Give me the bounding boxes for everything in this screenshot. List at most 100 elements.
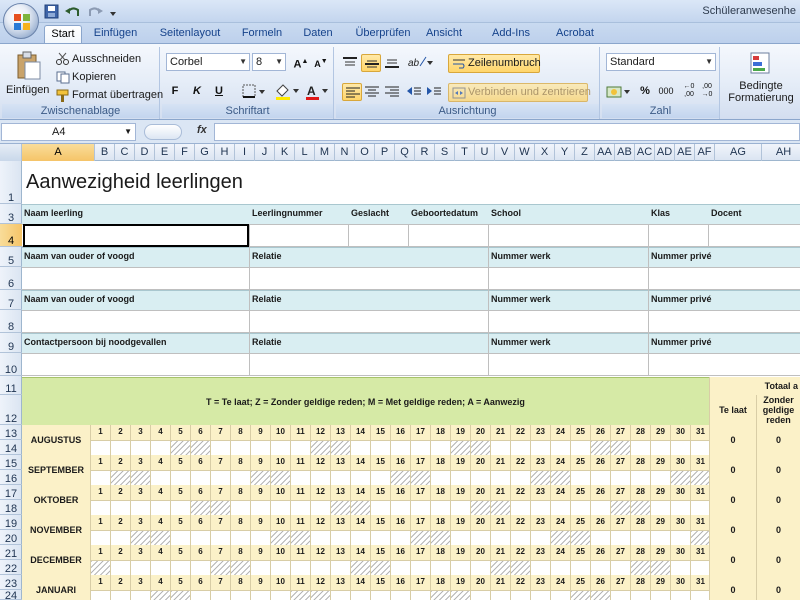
attendance-cell[interactable] [670,530,690,545]
attendance-cell[interactable] [190,440,210,455]
attendance-cell[interactable] [690,530,710,545]
increase-decimal-icon[interactable]: ←0,00 [680,83,698,100]
attendance-cell[interactable] [90,440,110,455]
column-header[interactable]: AD [655,144,675,161]
column-header[interactable]: A [22,144,95,161]
attendance-cell[interactable] [530,440,550,455]
attendance-cell[interactable] [450,590,470,600]
attendance-cell[interactable] [210,470,230,485]
attendance-cell[interactable] [350,440,370,455]
attendance-cell[interactable] [530,530,550,545]
attendance-cell[interactable] [270,500,290,515]
attendance-cell[interactable] [490,470,510,485]
name-box[interactable]: A4 ▼ [1,123,136,141]
attendance-cell[interactable] [370,530,390,545]
attendance-cell[interactable] [570,560,590,575]
row-header[interactable]: 11 [0,376,22,395]
attendance-cell[interactable] [390,440,410,455]
column-header[interactable]: V [495,144,515,161]
attendance-cell[interactable] [470,590,490,600]
undo-icon[interactable] [64,4,82,19]
attendance-cell[interactable] [590,530,610,545]
attendance-cell[interactable] [610,590,630,600]
attendance-cell[interactable] [110,590,130,600]
attendance-cell[interactable] [470,530,490,545]
attendance-cell[interactable] [550,530,570,545]
attendance-cell[interactable] [650,530,670,545]
attendance-cell[interactable] [250,560,270,575]
attendance-cell[interactable] [670,470,690,485]
attendance-cell[interactable] [290,470,310,485]
attendance-cell[interactable] [370,500,390,515]
attendance-cell[interactable] [170,560,190,575]
attendance-cell[interactable] [450,530,470,545]
attendance-cell[interactable] [470,500,490,515]
wrap-text-button[interactable]: Zeilenumbruch [448,54,541,73]
attendance-cell[interactable] [370,470,390,485]
attendance-cell[interactable] [630,530,650,545]
attendance-cell[interactable] [310,440,330,455]
attendance-cell[interactable] [630,590,650,600]
percent-button[interactable]: % [636,83,654,100]
attendance-cell[interactable] [530,470,550,485]
attendance-cell[interactable] [530,560,550,575]
attendance-cell[interactable] [470,560,490,575]
insert-function-button[interactable]: fx [197,124,207,136]
attendance-cell[interactable] [690,560,710,575]
row-header[interactable]: 3 [0,204,22,224]
tab-start[interactable]: Start [44,25,82,43]
attendance-cell[interactable] [430,590,450,600]
attendance-cell[interactable] [170,530,190,545]
align-bottom-icon[interactable] [384,56,400,69]
attendance-cell[interactable] [670,500,690,515]
column-header[interactable]: AA [595,144,615,161]
attendance-cell[interactable] [490,590,510,600]
format-painter-button[interactable]: Format übertragen [72,88,163,103]
column-header[interactable]: AG [715,144,762,161]
attendance-cell[interactable] [590,560,610,575]
column-header[interactable]: U [475,144,495,161]
attendance-cell[interactable] [650,500,670,515]
column-header[interactable]: AF [695,144,715,161]
attendance-cell[interactable] [590,500,610,515]
attendance-cell[interactable] [570,530,590,545]
font-color-icon[interactable]: A [304,83,330,101]
column-header[interactable]: S [435,144,455,161]
attendance-cell[interactable] [570,500,590,515]
customize-icon[interactable] [108,4,118,19]
attendance-cell[interactable] [130,560,150,575]
column-header[interactable]: H [215,144,235,161]
attendance-cell[interactable] [210,500,230,515]
attendance-cell[interactable] [150,590,170,600]
attendance-cell[interactable] [330,590,350,600]
attendance-cell[interactable] [450,560,470,575]
attendance-cell[interactable] [150,470,170,485]
attendance-cell[interactable] [450,440,470,455]
attendance-cell[interactable] [570,590,590,600]
attendance-cell[interactable] [230,500,250,515]
attendance-cell[interactable] [370,590,390,600]
attendance-cell[interactable] [470,440,490,455]
attendance-cell[interactable] [290,590,310,600]
attendance-cell[interactable] [550,560,570,575]
attendance-cell[interactable] [570,440,590,455]
attendance-cell[interactable] [210,590,230,600]
worksheet[interactable]: Aanwezigheid leerlingen Naam leerling Le… [22,161,800,600]
attendance-cell[interactable] [670,560,690,575]
copy-button[interactable]: Kopieren [72,70,116,85]
grow-font-icon[interactable]: A▲ [292,53,310,71]
column-header[interactable]: AH [762,144,800,161]
decrease-decimal-icon[interactable]: ,00 →0 [698,83,716,100]
fill-color-icon[interactable] [274,83,300,101]
attendance-cell[interactable] [250,530,270,545]
attendance-cell[interactable] [410,500,430,515]
attendance-cell[interactable] [390,530,410,545]
currency-icon[interactable] [606,84,632,100]
attendance-cell[interactable] [530,590,550,600]
formula-search-icon[interactable] [144,124,182,140]
align-top-icon[interactable] [342,56,358,69]
attendance-cell[interactable] [270,560,290,575]
number-format-combo[interactable]: Standard ▼ [606,53,716,71]
attendance-cell[interactable] [550,590,570,600]
attendance-cell[interactable] [190,470,210,485]
